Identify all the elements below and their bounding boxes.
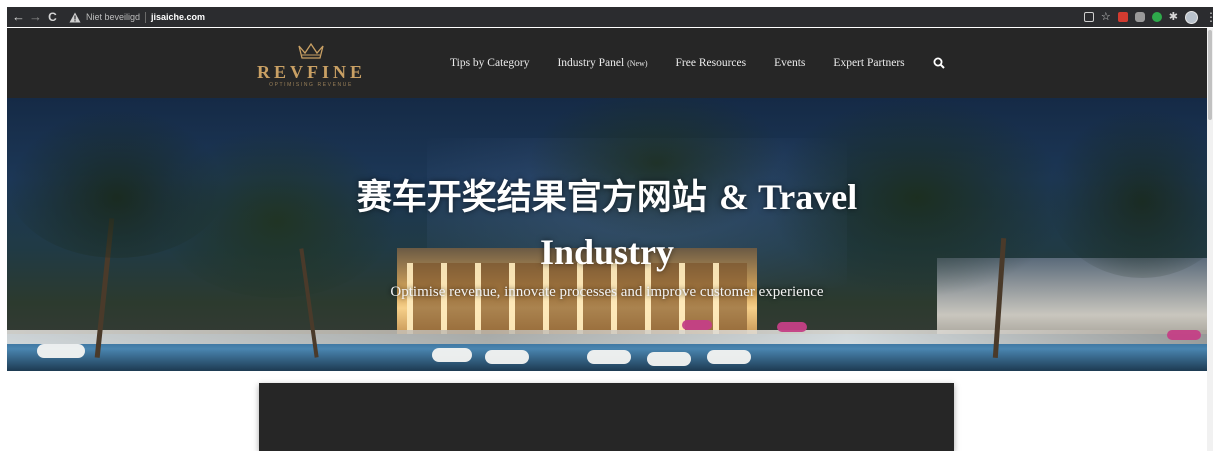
- divider: [145, 11, 147, 23]
- hero-title-cn: 赛车开奖结果官方网站: [356, 178, 707, 218]
- nav-tips-by-category[interactable]: Tips by Category: [450, 57, 529, 69]
- bookmark-star-icon[interactable]: ☆: [1101, 12, 1111, 23]
- menu-icon[interactable]: ⋮: [1205, 11, 1213, 23]
- hero-deck: [7, 330, 1207, 344]
- browser-toolbar: ← → C Niet beveiligd jisaiche.com ☆ ✱ ⋮: [7, 7, 1213, 27]
- scrollbar-thumb[interactable]: [1208, 30, 1212, 120]
- new-badge: (New): [627, 59, 648, 68]
- nav-industry-panel[interactable]: Industry Panel (New): [557, 57, 647, 69]
- reload-icon[interactable]: C: [44, 7, 61, 27]
- crown-icon: [298, 42, 324, 59]
- content-panel: [259, 383, 954, 451]
- avatar[interactable]: [1185, 10, 1198, 24]
- search-icon[interactable]: [933, 57, 945, 69]
- main-navigation: Tips by Category Industry Panel (New) Fr…: [450, 28, 945, 98]
- forward-icon[interactable]: →: [27, 7, 44, 27]
- hero-lounger: [777, 322, 807, 332]
- puzzle-icon[interactable]: ✱: [1169, 12, 1178, 23]
- hero-lounger: [647, 352, 691, 366]
- nav-expert-partners[interactable]: Expert Partners: [833, 57, 904, 69]
- url-text[interactable]: jisaiche.com: [151, 12, 205, 22]
- warning-icon[interactable]: [69, 12, 81, 23]
- qr-code-icon[interactable]: [1083, 12, 1094, 22]
- hero-lounger: [707, 350, 751, 364]
- extension-red-icon[interactable]: [1117, 12, 1128, 22]
- browser-actions: ☆ ✱ ⋮: [1083, 7, 1213, 27]
- extension-gray-icon[interactable]: [1134, 12, 1145, 22]
- hero-lounger: [1167, 330, 1201, 340]
- browser-chrome: ← → C Niet beveiligd jisaiche.com ☆ ✱ ⋮: [0, 0, 1213, 28]
- site-header: REVFINE OPTIMISING REVENUE Tips by Categ…: [7, 28, 1207, 98]
- hero-lounger: [37, 344, 85, 358]
- security-status-text[interactable]: Niet beveiligd: [86, 12, 140, 22]
- extension-green-icon[interactable]: [1151, 12, 1162, 22]
- hero-title-en: & Travel: [718, 177, 858, 217]
- hero-lounger: [682, 320, 712, 330]
- page-scrollbar[interactable]: [1207, 28, 1213, 451]
- address-bar[interactable]: Niet beveiligd jisaiche.com: [69, 9, 205, 25]
- logo-tagline: OPTIMISING REVENUE: [269, 82, 353, 88]
- nav-events[interactable]: Events: [774, 57, 805, 69]
- hero-subtitle: Optimise revenue, innovate processes and…: [390, 284, 824, 300]
- hero-lounger: [587, 350, 631, 364]
- hero-banner: 赛车开奖结果官方网站 & Travel Industry Optimise rev…: [7, 98, 1207, 371]
- hero-title: 赛车开奖结果官方网站 & Travel Industry: [7, 170, 1207, 280]
- site-logo[interactable]: REVFINE OPTIMISING REVENUE: [257, 42, 365, 90]
- hero-title-line2: Industry: [539, 232, 675, 272]
- back-icon[interactable]: ←: [10, 7, 27, 27]
- logo-text: REVFINE: [257, 62, 367, 82]
- hero-lounger: [432, 348, 472, 362]
- nav-industry-label: Industry Panel: [557, 57, 625, 69]
- hero-lounger: [485, 350, 529, 364]
- nav-free-resources[interactable]: Free Resources: [676, 57, 747, 69]
